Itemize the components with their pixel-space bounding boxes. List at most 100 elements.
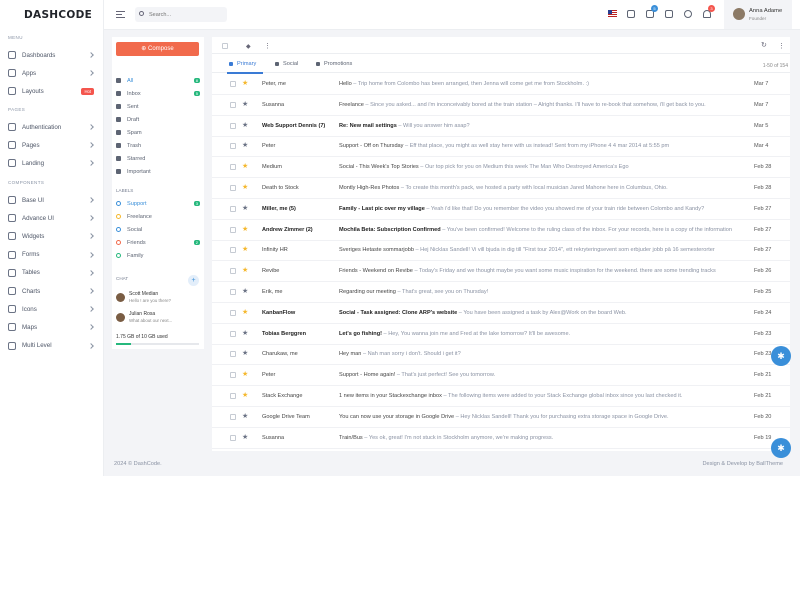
sidebar-item-pages[interactable]: Pages xyxy=(8,138,96,152)
mail-checkbox[interactable] xyxy=(230,372,236,379)
star-icon[interactable]: ★ xyxy=(242,370,248,378)
mail-checkbox[interactable] xyxy=(230,122,236,129)
star-icon[interactable]: ★ xyxy=(242,412,248,420)
star-icon[interactable]: ★ xyxy=(242,391,248,399)
tab-social[interactable]: Social xyxy=(275,61,298,67)
mail-checkbox[interactable] xyxy=(230,143,236,150)
sidebar-item-apps[interactable]: Apps xyxy=(8,66,96,80)
compose-button[interactable]: ⊕ Compose xyxy=(116,42,199,56)
tab-primary[interactable]: Primary xyxy=(229,61,256,67)
brand-logo[interactable]: DASHCODE xyxy=(24,9,92,21)
mail-row[interactable]: ★ Erik, me Regarding our meeting – That's … xyxy=(212,282,790,303)
folder-all[interactable]: All 8 xyxy=(116,75,200,86)
label-family[interactable]: Family xyxy=(116,250,200,261)
apps-grid-icon[interactable] xyxy=(627,10,635,18)
mail-row[interactable]: ★ Peter Support - Home again! – That's jus… xyxy=(212,365,790,387)
mail-checkbox[interactable] xyxy=(230,247,236,254)
sidebar-item-layouts[interactable]: Layouts Hot xyxy=(8,84,96,98)
star-icon[interactable]: ★ xyxy=(242,287,248,295)
star-icon[interactable]: ★ xyxy=(242,183,248,191)
mail-checkbox[interactable] xyxy=(230,185,236,191)
mail-row[interactable]: ★ Miller, me (5) Family - Last pic over my… xyxy=(212,199,790,220)
tag-icon[interactable]: ◆ xyxy=(246,43,251,50)
label-friends[interactable]: Friends 2 xyxy=(116,237,200,248)
folder-spam[interactable]: Spam xyxy=(116,127,200,138)
tab-promotions[interactable]: Promotions xyxy=(316,61,352,67)
mail-checkbox[interactable] xyxy=(230,226,236,233)
mail-checkbox[interactable] xyxy=(230,413,236,420)
search-input[interactable] xyxy=(135,7,227,22)
mail-checkbox[interactable] xyxy=(230,309,236,316)
star-icon[interactable]: ★ xyxy=(242,141,248,149)
mail-checkbox[interactable] xyxy=(230,101,236,108)
sidebar-item-dashboards[interactable]: Dashboards xyxy=(8,48,96,62)
star-icon[interactable]: ★ xyxy=(242,79,248,87)
mail-row[interactable]: ★ Revibe Friends - Weekend on Revibe – Tod… xyxy=(212,261,790,283)
sidebar-item-icons[interactable]: Icons xyxy=(8,302,96,316)
mail-checkbox[interactable] xyxy=(230,268,236,275)
us-flag-icon[interactable] xyxy=(608,10,617,17)
mail-row[interactable]: ★ Susanna Freelance – Since you asked... a… xyxy=(212,95,790,116)
mail-checkbox[interactable] xyxy=(230,164,236,171)
mail-checkbox[interactable] xyxy=(230,393,236,399)
mail-row[interactable]: ★ Medium Social - This Week's Top Stories … xyxy=(212,157,790,179)
mail-checkbox[interactable] xyxy=(230,205,236,212)
label-social[interactable]: Social xyxy=(116,224,200,235)
fullscreen-icon[interactable] xyxy=(665,10,673,18)
folder-important[interactable]: Important xyxy=(116,166,200,177)
mail-row[interactable]: ★ Web Support Dennis (7) Re: New mail sett… xyxy=(212,116,790,137)
sidebar-item-advance-ui[interactable]: Advance UI xyxy=(8,211,96,225)
mail-checkbox[interactable] xyxy=(230,289,236,295)
sidebar-item-multi-level[interactable]: Multi Level xyxy=(8,339,96,353)
sidebar-item-base-ui[interactable]: Base UI xyxy=(8,193,96,207)
star-icon[interactable]: ★ xyxy=(242,204,248,212)
mail-checkbox[interactable] xyxy=(230,81,236,87)
mail-row[interactable]: ★ Peter Support - Off on Thursday – Eff th… xyxy=(212,136,790,158)
folder-trash[interactable]: Trash xyxy=(116,140,200,151)
label-freelance[interactable]: Freelance xyxy=(116,211,200,222)
more-vertical-icon[interactable]: ⋮ xyxy=(264,42,271,50)
sidebar-item-widgets[interactable]: Widgets xyxy=(8,229,96,243)
folder-inbox[interactable]: Inbox 5 xyxy=(116,88,200,99)
mail-checkbox[interactable] xyxy=(230,351,236,358)
chat-item[interactable]: Scott Median Hello ! are you there? xyxy=(116,289,200,307)
star-icon[interactable]: ★ xyxy=(242,329,248,337)
mail-row[interactable]: ★ Tobias Berggren Let's go fishing! – Hey,… xyxy=(212,324,790,345)
sidebar-item-landing[interactable]: Landing xyxy=(8,156,96,170)
star-icon[interactable]: ★ xyxy=(242,162,248,170)
folder-sent[interactable]: Sent xyxy=(116,101,200,112)
folder-starred[interactable]: Starred xyxy=(116,153,200,164)
mail-row[interactable]: ★ Google Drive Team You can now use your s… xyxy=(212,407,790,428)
sidebar-item-authentication[interactable]: Authentication xyxy=(8,120,96,134)
settings-fab-icon[interactable]: ✱ xyxy=(771,346,791,366)
star-icon[interactable]: ★ xyxy=(242,100,248,108)
star-icon[interactable]: ★ xyxy=(242,349,248,357)
star-icon[interactable]: ★ xyxy=(242,225,248,233)
mail-row[interactable]: ★ Andrew Zimmer (2) Mochila Beta: Subscrip… xyxy=(212,220,790,241)
mail-row[interactable]: ★ Death to Stock Montly High-Res Photos – … xyxy=(212,178,790,199)
folder-draft[interactable]: Draft xyxy=(116,114,200,125)
sidebar-item-tables[interactable]: Tables xyxy=(8,266,96,280)
mail-row[interactable]: ★ Charukaw, me Hey man – Nah man sorry i d… xyxy=(212,344,790,366)
star-icon[interactable]: ★ xyxy=(242,121,248,129)
sidebar-item-maps[interactable]: Maps xyxy=(8,320,96,334)
mail-row[interactable]: ★ Peter, me Hello – Trip home from Colombo… xyxy=(212,74,790,95)
mail-checkbox[interactable] xyxy=(230,330,236,337)
mail-checkbox[interactable] xyxy=(230,434,236,441)
more-options-icon[interactable]: ⋮ xyxy=(778,42,785,50)
mail-row[interactable]: ★ Stack Exchange 1 new items in your Stack… xyxy=(212,386,790,407)
refresh-icon[interactable]: ↻ xyxy=(761,41,767,49)
sidebar-item-charts[interactable]: Charts xyxy=(8,284,96,298)
star-icon[interactable]: ★ xyxy=(242,245,248,253)
star-icon[interactable]: ★ xyxy=(242,433,248,441)
label-support[interactable]: Support 3 xyxy=(116,198,200,209)
moon-icon[interactable] xyxy=(684,10,692,18)
star-icon[interactable]: ★ xyxy=(242,308,248,316)
hamburger-icon[interactable] xyxy=(116,11,125,18)
select-all-checkbox[interactable] xyxy=(222,43,228,49)
add-chat-button[interactable]: + xyxy=(188,275,199,286)
star-icon[interactable]: ★ xyxy=(242,266,248,274)
sidebar-item-forms[interactable]: Forms xyxy=(8,248,96,262)
chat-item[interactable]: Julian Rosa What about our next... xyxy=(116,309,200,327)
mail-row[interactable]: ★ Infinity HR Sveriges Hetaste sommarjobb … xyxy=(212,240,790,262)
